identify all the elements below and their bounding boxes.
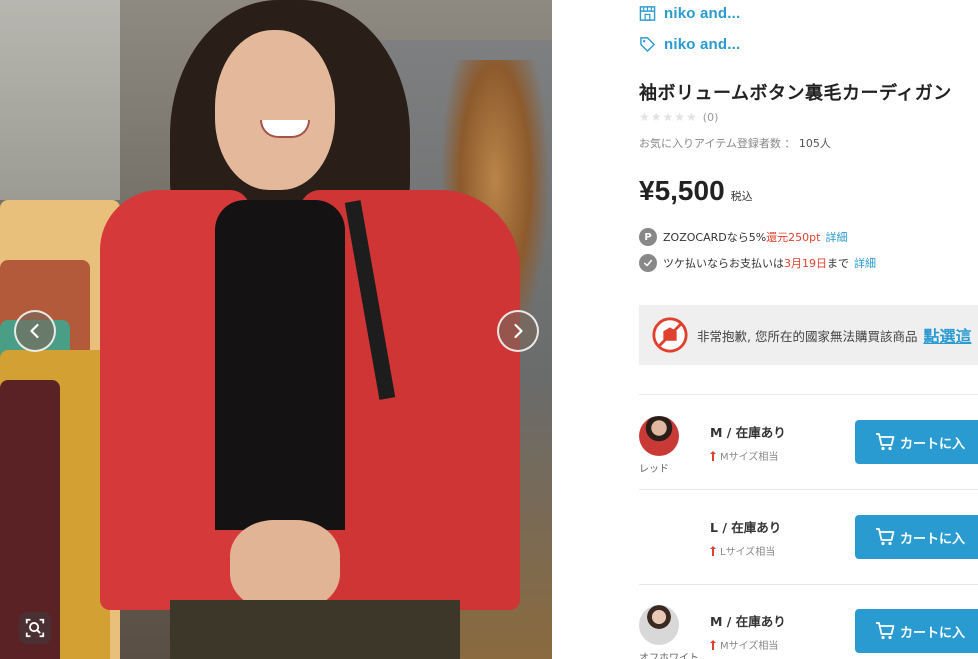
model-inner-top	[215, 200, 345, 530]
promo-highlight-label: 還元	[766, 231, 789, 244]
variant-size-stock: L / 在庫あり	[710, 520, 782, 535]
rating-stars: ★★★★★	[639, 110, 698, 124]
variant-fit-label: Lサイズ相当	[720, 547, 776, 558]
promo-text: ZOZOCARDなら5%	[663, 231, 767, 244]
zoom-button[interactable]	[19, 612, 51, 644]
add-to-cart-label: カートに入	[900, 436, 966, 452]
variant-fit-label: Mサイズ相当	[720, 452, 779, 463]
promo-points: 250pt	[788, 230, 821, 244]
shop-row: niko and...	[639, 2, 740, 24]
favorites-label: お気に入りアイテム登録者数	[639, 137, 781, 150]
deferred-payment-promo: ツケ払いならお支払いは 3月19日 まで 詳細	[639, 254, 876, 272]
chevron-right-icon	[514, 323, 523, 339]
payment-detail-link[interactable]: 詳細	[854, 255, 876, 271]
shop-link[interactable]: niko and...	[664, 5, 740, 22]
rating[interactable]: ★★★★★ (0)	[639, 110, 718, 124]
cart-icon	[876, 528, 895, 546]
gallery-next-button[interactable]	[497, 310, 539, 352]
variant-fit: Mサイズ相当	[710, 637, 778, 652]
model-face	[215, 30, 335, 190]
payment-suffix: まで	[827, 257, 849, 270]
variant-row: L / 在庫あり Lサイズ相当 カートに入	[639, 489, 978, 583]
variant-fit: Lサイズ相当	[710, 543, 775, 558]
add-to-cart-label: カートに入	[900, 531, 966, 547]
product-photo	[0, 0, 552, 659]
favorites-count: お気に入りアイテム登録者数 ： 105人	[639, 135, 831, 151]
variant-size-stock: M / 在庫あり	[710, 425, 786, 440]
variant-fit-label: Mサイズ相当	[720, 641, 779, 652]
promo-detail-link[interactable]: 詳細	[825, 229, 847, 245]
variant-color: オフホワイト	[639, 653, 699, 659]
favorites-separator: ：	[784, 137, 796, 150]
product-info-panel: niko and... niko and... 袖ボリュームボタン裏毛カーディガ…	[639, 0, 978, 659]
review-count: (0)	[702, 110, 719, 124]
variant-size-stock: M / 在庫あり	[710, 614, 786, 629]
price-block: ¥5,500 税込	[639, 175, 753, 207]
size-icon	[710, 450, 716, 461]
points-icon: P	[639, 228, 657, 246]
payment-date: 3月19日	[784, 257, 827, 270]
brand-link[interactable]: niko and...	[664, 36, 740, 53]
tag-icon	[639, 35, 657, 53]
add-to-cart-button[interactable]: カートに入	[855, 609, 978, 653]
add-to-cart-label: カートに入	[900, 625, 966, 641]
notice-link[interactable]: 點選這	[923, 323, 971, 347]
chevron-left-icon	[30, 323, 39, 339]
size-icon	[710, 545, 716, 556]
gallery-prev-button[interactable]	[14, 310, 56, 352]
brand-row: niko and...	[639, 33, 740, 55]
variant-fit: Mサイズ相当	[710, 448, 778, 463]
notice-text: 非常抱歉, 您所在的國家無法購買該商品	[697, 328, 918, 344]
zoom-search-icon	[25, 618, 45, 638]
zozocard-promo: P ZOZOCARDなら5% 還元 250pt 詳細	[639, 228, 847, 246]
variant-row: オフホワイト M / 在庫あり Mサイズ相当 カートに入	[639, 583, 978, 659]
tax-label: 税込	[730, 190, 753, 203]
add-to-cart-button[interactable]: カートに入	[855, 515, 978, 559]
shop-icon	[639, 4, 657, 22]
cart-icon	[876, 433, 895, 451]
variant-row: レッド M / 在庫あり Mサイズ相当 カートに入	[639, 394, 978, 488]
payment-text: ツケ払いならお支払いは	[663, 257, 784, 270]
deferred-payment-icon	[639, 254, 657, 272]
variant-thumbnail[interactable]	[639, 605, 679, 645]
product-title: 袖ボリュームボタン裏毛カーディガン	[639, 83, 952, 104]
favorites-number: 105人	[798, 137, 831, 150]
variant-thumbnail[interactable]	[639, 416, 679, 456]
cart-icon	[876, 622, 895, 640]
size-icon	[710, 639, 716, 650]
unavailable-notice: 非常抱歉, 您所在的國家無法購買該商品 點選這	[639, 305, 978, 365]
variant-color: レッド	[639, 464, 669, 475]
model-skirt	[170, 600, 460, 659]
ban-icon	[652, 317, 688, 353]
add-to-cart-button[interactable]: カートに入	[855, 420, 978, 464]
model-hands	[230, 520, 340, 610]
price: ¥5,500	[639, 175, 725, 206]
